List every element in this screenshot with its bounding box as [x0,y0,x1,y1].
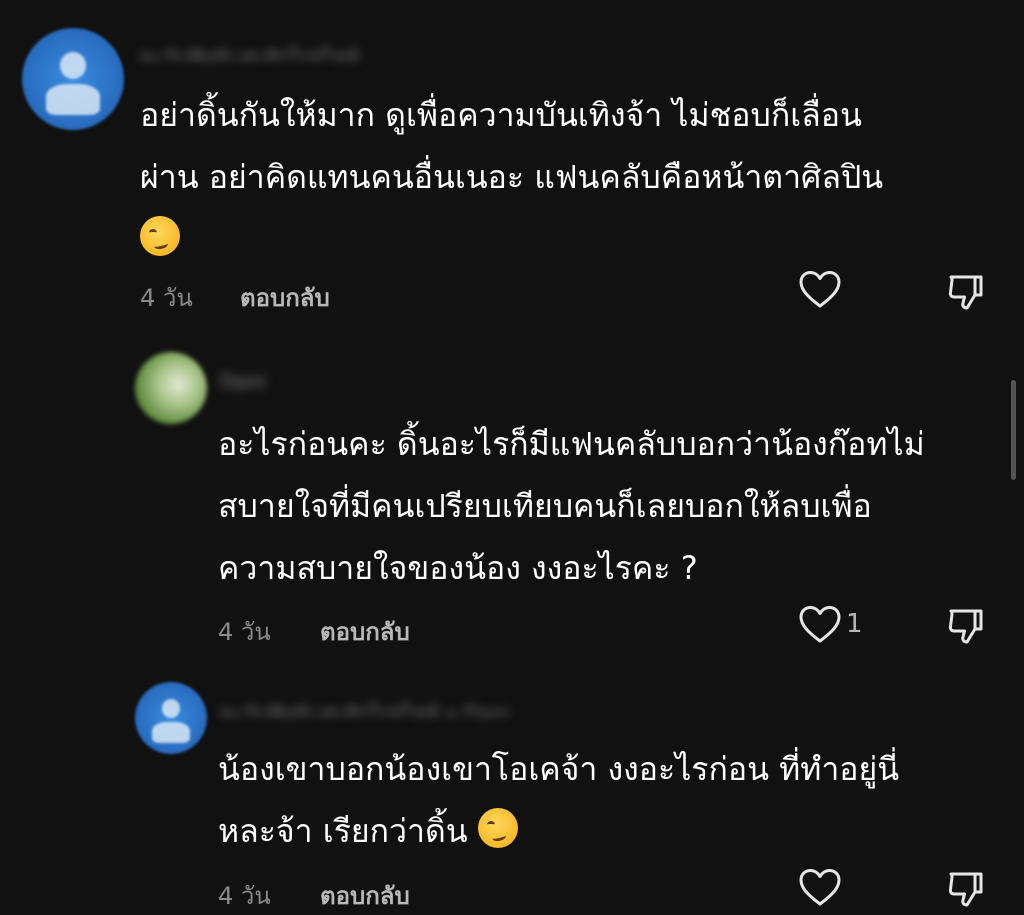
smirk-emoji [477,808,518,848]
avatar[interactable] [135,682,207,754]
dislike-icon[interactable] [946,869,986,909]
username[interactable]: ตะวันทิพย์แสนรักโปรไฟล์ [140,42,450,60]
heart-icon[interactable] [798,605,842,645]
comment-text: อย่าดิ้นกันให้มาก ดูเพื่อความบันเทิงจ้า … [140,84,960,270]
username[interactable]: ตะวันทิพย์แสนรักโปรไฟล์ • Dani [220,698,630,716]
dislike-icon[interactable] [946,272,986,312]
comment-text: น้องเขาบอกน้องเขาโอเคจ้า งงอะไรก่อน ที่ท… [218,750,900,850]
smirk-emoji [140,216,180,256]
comment-time: 4 วัน [218,882,271,910]
heart-icon[interactable] [798,270,842,310]
dislike-icon[interactable] [946,606,986,646]
reply-button[interactable]: ตอบกลับ [320,876,410,915]
heart-icon[interactable] [798,868,842,908]
comment-time: 4 วัน [218,618,271,646]
avatar[interactable] [22,28,124,130]
like-count: 1 [846,609,863,639]
username[interactable]: Dani [220,370,290,388]
comment-text: อะไรก่อนคะ ดิ้นอะไรก็มีแฟนคลับบอกว่าน้อง… [218,425,925,587]
scrollbar[interactable] [1011,380,1016,480]
avatar[interactable] [135,352,207,424]
reply-button[interactable]: ตอบกลับ [240,278,330,317]
reply-button[interactable]: ตอบกลับ [320,612,410,651]
comment-time: 4 วัน [140,284,193,312]
